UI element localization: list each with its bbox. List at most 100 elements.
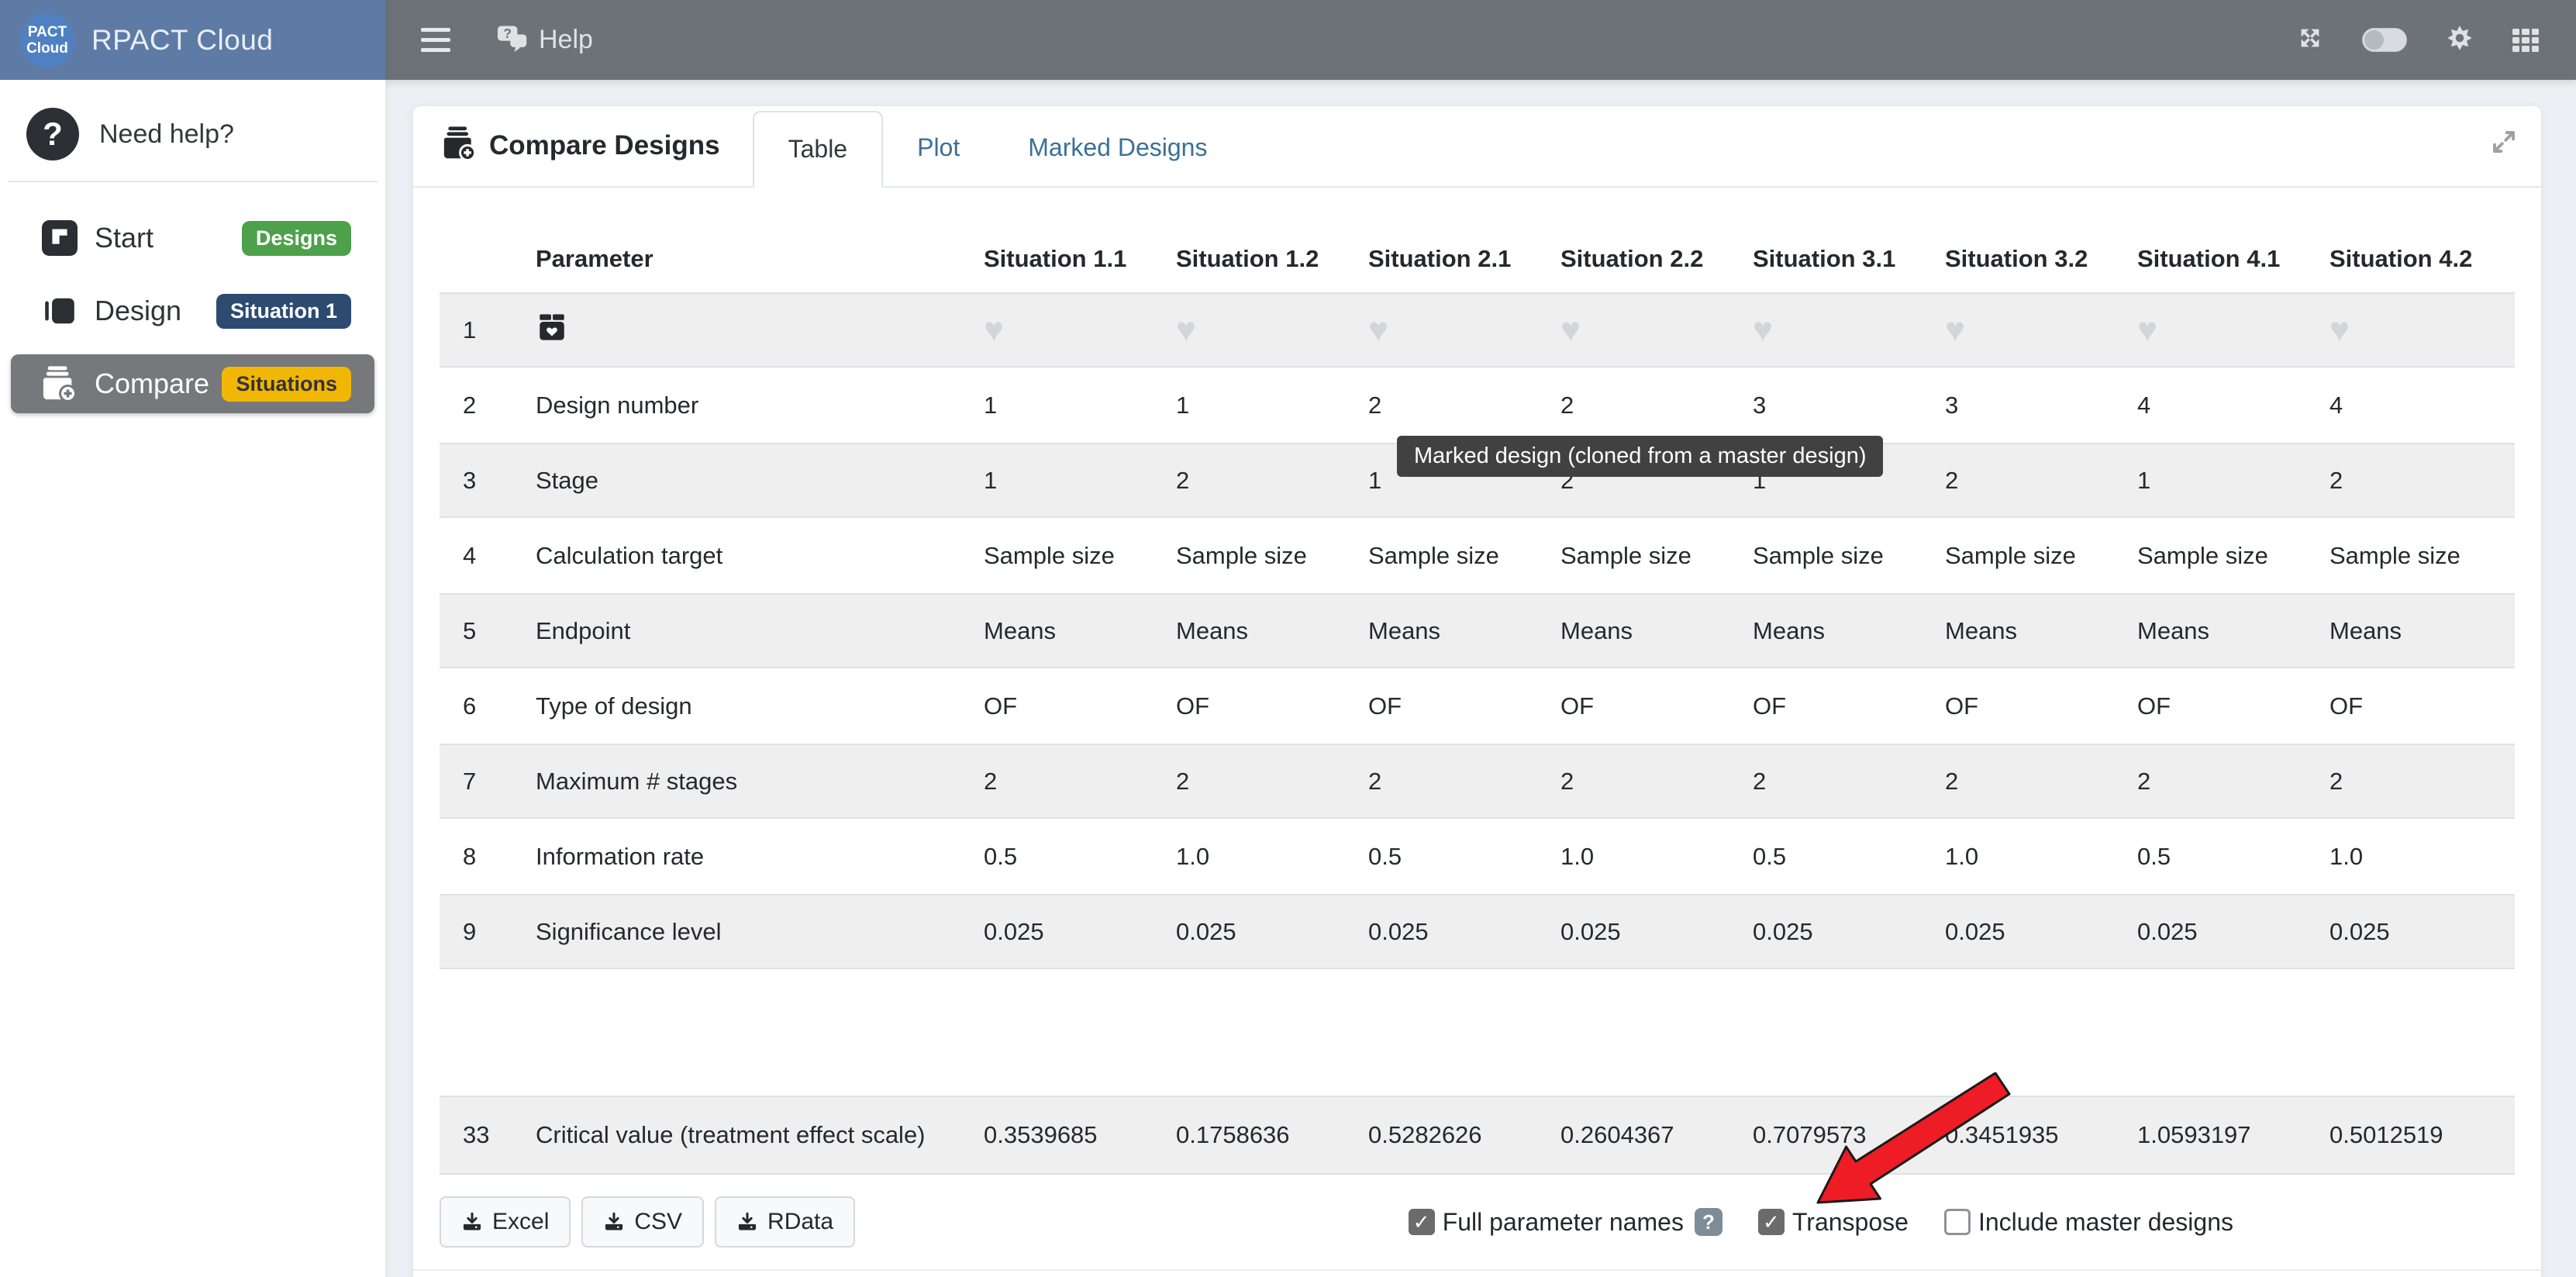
status-badge-situations: Situations [222,367,351,402]
value-cell: 1 [974,467,1167,495]
value-cell: 2 [1743,768,1936,796]
card-header: Compare Designs Table Plot Marked Design… [413,106,2541,188]
hamburger-menu-icon[interactable] [421,28,450,52]
value-cell: 2 [1551,392,1743,419]
rpact-logo[interactable]: PACT Cloud [20,13,74,67]
export-buttons: Excel CSV RData [440,1196,866,1248]
status-badge-designs: Designs [242,221,351,256]
value-cell: Sample size [2320,542,2512,570]
help-link[interactable]: ? Help [495,22,593,57]
checkbox-checked[interactable]: ✓ [1409,1209,1435,1235]
value-cell: 2 [1359,768,1551,796]
theme-toggle[interactable] [2362,28,2407,52]
value-cell: 2 [1551,768,1743,796]
table-row: 2Design number11223344 [440,368,2515,443]
export-button-rdata[interactable]: RData [715,1196,855,1248]
value-cell: OF [974,692,1167,720]
value-cell: ♥ [1936,313,2128,347]
need-help-link[interactable]: ? Need help? [0,108,385,160]
heart-icon[interactable]: ♥ [1560,313,1581,347]
column-header: Situation 3.1 [1743,245,1936,273]
value-cell: 4 [2320,392,2512,419]
checkbox-checked[interactable]: ✓ [1758,1209,1785,1235]
sidebar-item-design[interactable]: Design Situation 1 [11,281,374,340]
heart-icon[interactable]: ♥ [1368,313,1388,347]
value-cell: 0.025 [2128,918,2320,946]
value-cell: 1.0 [1551,843,1743,871]
value-cell: 1.0593197 [2128,1121,2320,1149]
value-cell: Sample size [1936,542,2128,570]
value-cell: ♥ [1551,313,1743,347]
checkbox-transpose[interactable]: ✓ Transpose [1758,1208,1909,1237]
topbar: ? Help [385,0,2576,80]
value-cell: 2 [1936,467,2128,495]
value-cell: 2 [974,768,1167,796]
column-header: Situation 2.1 [1359,245,1551,273]
value-cell: 2 [2320,768,2512,796]
table-row: 8Information rate0.51.00.51.00.51.00.51.… [440,819,2515,894]
expand-arrows-icon[interactable] [2297,25,2323,55]
row-number: 8 [440,843,526,871]
heart-icon[interactable]: ♥ [1945,313,1965,347]
value-cell: OF [2128,692,2320,720]
parameter-cell: Calculation target [526,542,974,570]
help-badge-icon[interactable]: ? [1695,1208,1723,1236]
value-cell: 2 [1936,768,2128,796]
sidebar-item-start[interactable]: Start Designs [11,209,374,267]
checkbox-unchecked[interactable] [1944,1209,1971,1235]
table-controls: ExcelCSVRData ✓Full parameter names?✓Tra… [413,1196,2541,1248]
value-cell: 3 [1743,392,1936,419]
checkbox-label: Transpose [1792,1208,1909,1237]
grid-icon[interactable] [2512,29,2539,52]
sidebar-nav: Start Designs Design Situation 1 Compare… [0,209,385,413]
value-cell: ♥ [2128,313,2320,347]
gear-icon[interactable] [2446,24,2474,56]
table-row: 5EndpointMeansMeansMeansMeansMeansMeansM… [440,593,2515,668]
export-button-excel[interactable]: Excel [440,1196,571,1248]
column-header: Situation 2.2 [1551,245,1743,273]
value-cell: 0.1758636 [1167,1121,1359,1149]
sidebar-item-label: Compare [95,368,209,400]
checkbox-include-master-designs[interactable]: Include master designs [1944,1208,2233,1237]
export-button-label: CSV [634,1209,682,1235]
heart-icon[interactable]: ♥ [1753,313,1773,347]
expand-diagonal-icon[interactable] [2490,128,2518,160]
tab-table[interactable]: Table [753,111,884,188]
value-cell: 0.025 [1743,918,1936,946]
compare-designs-icon [443,125,477,166]
value-cell: Means [1743,617,1936,645]
row-number: 1 [440,316,526,344]
heart-icon[interactable]: ♥ [2329,313,2350,347]
brand-title: RPACT Cloud [91,24,273,57]
value-cell: Means [1167,617,1359,645]
value-cell: OF [2320,692,2512,720]
heart-icon[interactable]: ♥ [984,313,1004,347]
value-cell: 1.0 [2320,843,2512,871]
tab-bar: Table Plot Marked Designs [753,106,1242,186]
export-button-csv[interactable]: CSV [581,1196,704,1248]
value-cell: 1.0 [1167,843,1359,871]
section-divider [413,1269,2541,1271]
value-cell: ♥ [2320,313,2512,347]
value-cell: 0.5 [1359,843,1551,871]
toggle-knob [2364,30,2384,50]
start-icon [42,220,78,256]
value-cell: Means [1359,617,1551,645]
checkbox-full-parameter-names[interactable]: ✓Full parameter names? [1409,1208,1723,1237]
heart-icon[interactable]: ♥ [1176,313,1196,347]
tab-marked-designs[interactable]: Marked Designs [994,109,1241,186]
value-cell: 0.3539685 [974,1121,1167,1149]
value-cell: 1 [974,392,1167,419]
page-title: Compare Designs [489,130,720,161]
row-number: 4 [440,542,526,570]
value-cell: 0.025 [2320,918,2512,946]
heart-icon[interactable]: ♥ [2137,313,2157,347]
need-help-label: Need help? [99,119,234,150]
tab-plot[interactable]: Plot [883,109,994,186]
compare-table: ParameterSituation 1.1Situation 1.2Situa… [413,188,2541,1175]
export-button-label: RData [767,1209,833,1235]
value-cell: 0.025 [1167,918,1359,946]
column-header: Parameter [526,245,974,273]
sidebar-item-compare[interactable]: Compare Situations [11,354,374,413]
parameter-cell: Stage [526,467,974,495]
